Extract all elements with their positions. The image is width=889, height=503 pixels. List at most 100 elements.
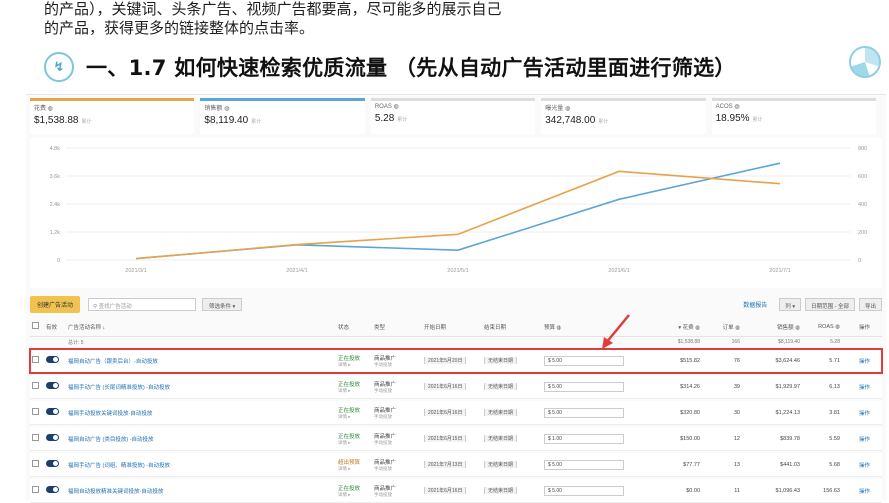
end-date-field[interactable]: 无结束日期 xyxy=(484,461,518,468)
row-checkbox[interactable] xyxy=(32,356,39,363)
targeting-type: 手动投放 xyxy=(374,361,392,367)
metric-label: 销售额 ◍ xyxy=(204,106,230,112)
x-tick-label: 2021/6/1 xyxy=(608,268,629,274)
campaign-status: 正在投放 xyxy=(338,381,361,388)
campaign-type: 商品推广 xyxy=(374,407,397,414)
col-start[interactable]: 开始日期 xyxy=(422,323,482,331)
start-date-field[interactable]: 2021年6月16日 xyxy=(424,409,467,416)
targeting-type: 手动投放 xyxy=(374,439,392,445)
campaign-toggle[interactable] xyxy=(46,382,59,389)
col-name[interactable]: 广告活动名称 ↓ xyxy=(66,323,336,331)
spend-value: $0.00 xyxy=(686,487,700,494)
row-checkbox[interactable] xyxy=(32,486,39,493)
status-details-link[interactable]: 详情 ▸ xyxy=(338,466,370,472)
metric-label: 花费 ◍ xyxy=(34,106,53,112)
campaign-toggle[interactable] xyxy=(46,460,59,467)
y2-tick-label: 600 xyxy=(858,174,867,180)
metric-value: 5.28 xyxy=(374,113,395,124)
metric-cards: 花费 ◍ $1,538.88 累计 销售额 ◍ $8,119.40 累计 ROAS … xyxy=(30,98,882,134)
col-type[interactable]: 类型 xyxy=(372,323,422,331)
end-date-field[interactable]: 无结束日期 xyxy=(484,487,518,494)
targeting-type: 手动投放 xyxy=(374,465,392,471)
table-row: 福岡手动广告 (词组、精准投放) -自动投放 超出预算 详情 ▸ 商品推广 手动投放 20… xyxy=(30,453,882,477)
sales-value: $1,096.43 xyxy=(775,487,800,494)
y2-tick-label: 0 xyxy=(858,258,861,264)
metric-card-impressions[interactable]: 曝光量 ◍ 342,748.00 累计 xyxy=(541,98,706,134)
col-active: 有效 xyxy=(46,324,58,331)
end-date-field[interactable]: 无结束日期 xyxy=(484,357,518,364)
campaign-name-link[interactable]: 福岡自动广告 (类目投放) -自动投放 xyxy=(68,437,154,443)
row-action-link[interactable]: 操作 xyxy=(859,463,870,469)
filter-dropdown[interactable]: 筛选条件 ▾ xyxy=(202,297,243,311)
campaign-toggle[interactable] xyxy=(46,408,59,415)
start-date-field[interactable]: 2021年7月13日 xyxy=(424,461,467,468)
row-checkbox[interactable] xyxy=(32,460,39,467)
targeting-type: 手动投放 xyxy=(374,413,392,419)
campaign-name-link[interactable]: 福岡手动广告 (词组、精准投放) -自动投放 xyxy=(68,463,170,469)
col-sales[interactable]: 销售额 ◍ xyxy=(742,323,802,331)
status-details-link[interactable]: 详情 ▸ xyxy=(338,362,370,368)
x-tick-label: 2021/3/1 xyxy=(125,268,146,274)
metric-card-roas[interactable]: ROAS ◍ 5.28 累计 xyxy=(370,98,536,134)
export-button[interactable]: 导出 xyxy=(858,297,882,311)
start-date-field[interactable]: 2021年5月20日 xyxy=(424,357,467,364)
campaign-name-link[interactable]: 福岡手动投放关键词投放-自动投放 xyxy=(68,411,152,417)
sales-value: $1,929.97 xyxy=(775,383,800,390)
budget-input[interactable]: $ 5.00 xyxy=(544,459,624,470)
columns-button[interactable]: 列 ▾ xyxy=(779,297,802,311)
row-action-link[interactable]: 操作 xyxy=(859,385,870,391)
budget-input[interactable]: $ 5.00 xyxy=(544,485,624,496)
end-date-field[interactable]: 无结束日期 xyxy=(484,409,518,416)
end-date-field[interactable]: 无结束日期 xyxy=(484,435,518,442)
sales-value: $1,224.13 xyxy=(775,409,800,416)
sales-value: $441.03 xyxy=(780,461,800,468)
col-status[interactable]: 状态 xyxy=(336,323,372,331)
status-details-link[interactable]: 详情 ▸ xyxy=(338,440,370,446)
budget-input[interactable]: $ 1.00 xyxy=(544,433,624,444)
create-campaign-button[interactable]: 创建广告活动 xyxy=(30,295,81,313)
row-action-link[interactable]: 操作 xyxy=(859,489,870,495)
roas-value: 156.63 xyxy=(823,487,840,494)
metric-card-spend[interactable]: 花费 ◍ $1,538.88 累计 xyxy=(30,98,195,134)
campaign-toggle[interactable] xyxy=(46,486,59,493)
y-tick-label: 3.6k xyxy=(50,174,61,180)
status-details-link[interactable]: 详情 ▸ xyxy=(338,388,370,394)
start-date-field[interactable]: 2021年6月16日 xyxy=(424,383,467,390)
metric-card-acos[interactable]: ACOS ◍ 18.95% 累计 xyxy=(711,98,877,134)
decorative-pie-icon xyxy=(849,46,881,78)
table-header: 有效 广告活动名称 ↓ 状态 类型 开始日期 结束日期 预算 ◍ ▾ 花费 ◍ … xyxy=(30,317,882,337)
campaign-name-link[interactable]: 福岡手动广告 (长尾词精准投放) -自动投放 xyxy=(68,385,170,391)
start-date-field[interactable]: 2021年6月16日 xyxy=(424,487,467,494)
metric-value: 18.95% xyxy=(715,113,750,124)
data-report-link[interactable]: 数据报告 xyxy=(743,300,767,309)
row-checkbox[interactable] xyxy=(32,382,39,389)
campaign-name-link[interactable]: 福岡自动投放精准关键词投放-自动投放 xyxy=(68,489,163,495)
row-action-link[interactable]: 操作 xyxy=(859,411,870,417)
date-range-button[interactable]: 日期范围 - 全部 xyxy=(805,297,855,311)
row-checkbox[interactable] xyxy=(32,434,39,441)
end-date-field[interactable]: 无结束日期 xyxy=(484,383,518,390)
status-details-link[interactable]: 详情 ▸ xyxy=(338,414,370,420)
status-details-link[interactable]: 详情 ▸ xyxy=(338,492,370,498)
row-checkbox[interactable] xyxy=(32,408,39,415)
campaign-toggle[interactable] xyxy=(46,434,59,441)
col-spend[interactable]: ▾ 花费 ◍ xyxy=(632,323,702,331)
row-action-link[interactable]: 操作 xyxy=(859,359,870,365)
campaign-name-link[interactable]: 福岡自动广告（跟卖后台）-自动投放 xyxy=(68,359,158,365)
budget-input[interactable]: $ 5.00 xyxy=(544,407,624,418)
select-all-checkbox[interactable] xyxy=(32,322,39,329)
row-action-link[interactable]: 操作 xyxy=(859,437,870,443)
col-roas[interactable]: ROAS ◍ xyxy=(802,324,842,330)
campaign-status: 正在投放 xyxy=(338,433,361,440)
metric-value: 342,748.00 xyxy=(545,115,596,126)
ads-dashboard-screenshot: 花费 ◍ $1,538.88 累计 销售额 ◍ $8,119.40 累计 ROAS … xyxy=(26,94,886,503)
metric-card-sales[interactable]: 销售额 ◍ $8,119.40 累计 xyxy=(200,98,365,134)
budget-input[interactable]: $ 5.00 xyxy=(544,355,624,366)
campaign-toggle[interactable] xyxy=(46,356,59,363)
col-orders[interactable]: 订单 ◍ xyxy=(702,323,742,331)
campaign-search-input[interactable]: ⚲ 查找广告活动 xyxy=(88,297,197,311)
start-date-field[interactable]: 2021年6月15日 xyxy=(424,435,467,442)
metric-note: 累计 xyxy=(397,117,408,123)
budget-input[interactable]: $ 5.00 xyxy=(544,381,624,392)
col-end[interactable]: 结束日期 xyxy=(482,323,542,331)
